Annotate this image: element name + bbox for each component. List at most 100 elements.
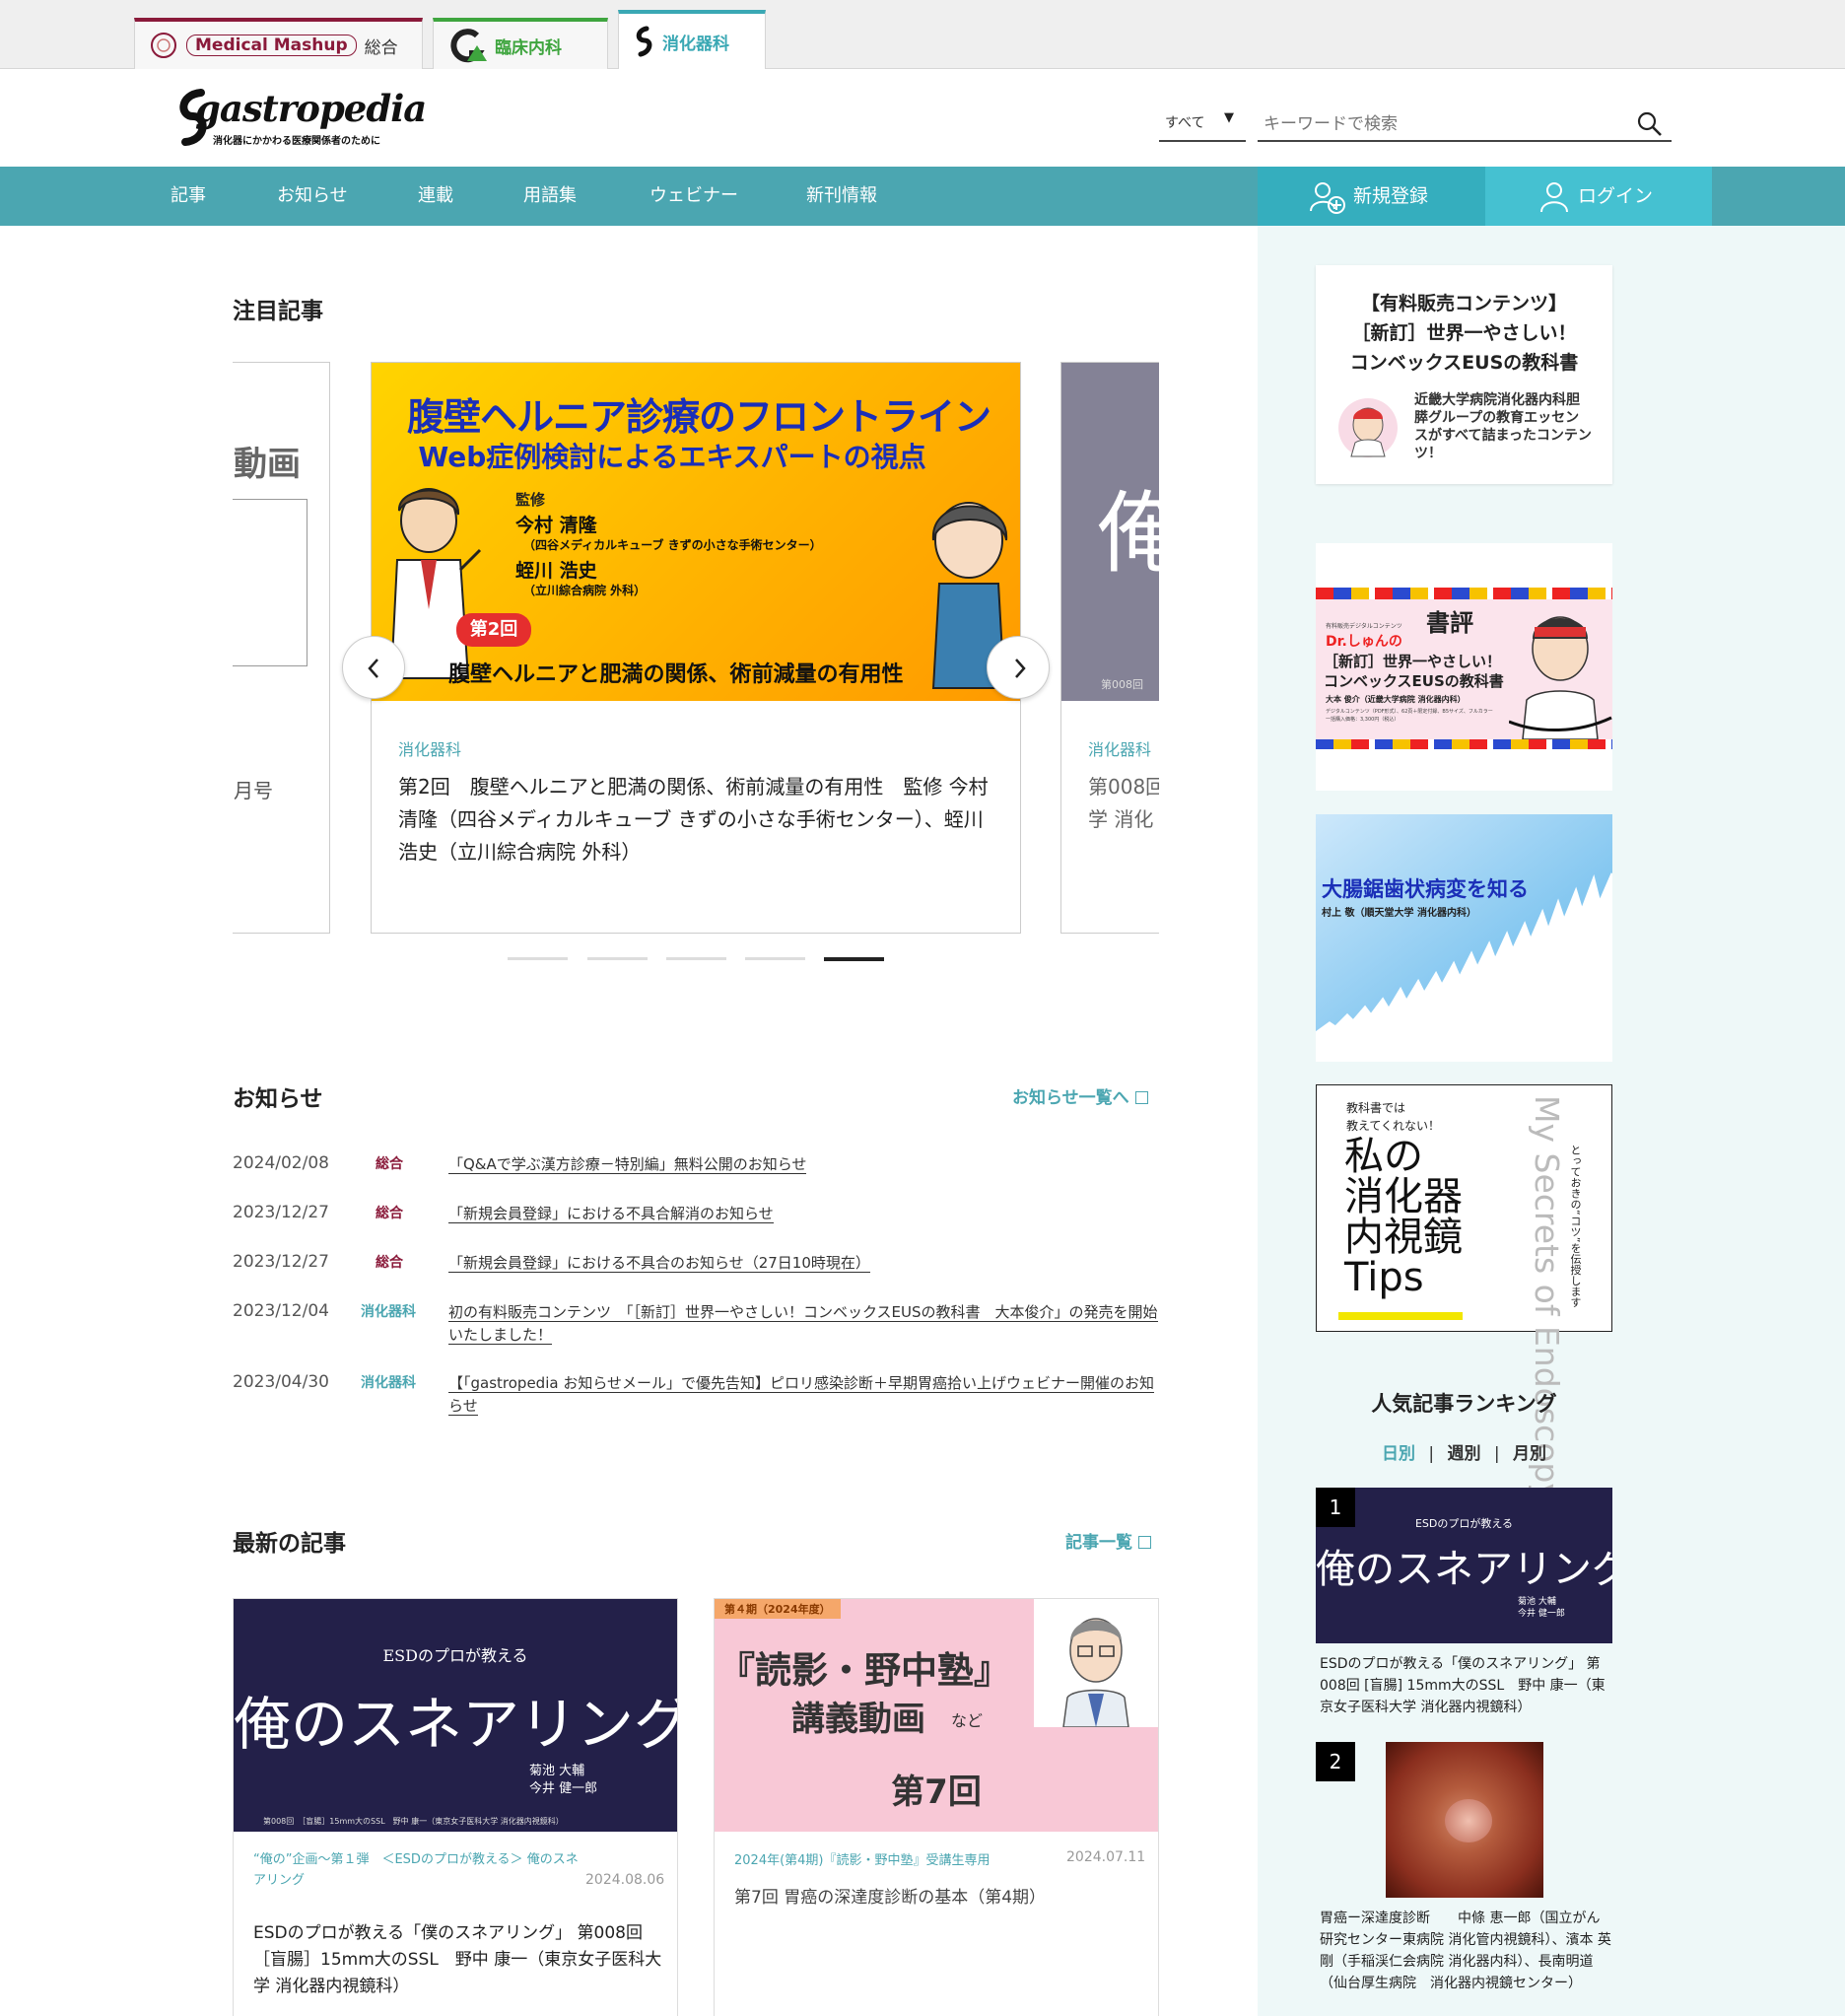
page: Medical Mashup 総合 臨床内科 消化器科 gastropedia … <box>0 0 1845 2016</box>
article-image-footer: 第008回 ［盲腸］15mm大のSSL 野中 康一（東京女子医科大学 消化器内視… <box>263 1817 564 1826</box>
news-date: 2024/02/08 <box>233 1153 329 1173</box>
promo-line1: 【有料販売コンテンツ】 <box>1360 293 1567 314</box>
clinical-logo-icon <box>450 29 487 63</box>
article-title: 第7回 胃癌の深達度診断の基本（第4期） <box>734 1888 1047 1908</box>
banner-endoscopy-tips[interactable]: 教科書では 教えてくれない！ 私の 消化器 内視鏡 Tips My Secret… <box>1316 1084 1612 1502</box>
nav-item-articles[interactable]: 記事 <box>171 167 206 226</box>
tips-title: 私の 消化器 内視鏡 Tips <box>1344 1134 1463 1300</box>
news-link[interactable]: 「新規会員登録」における不具合のお知らせ（27日10時現在） <box>448 1252 1159 1275</box>
ranking-tab-monthly[interactable]: 月別 <box>1513 1444 1546 1464</box>
article-image-title: 俺のスネアリング <box>234 1691 677 1758</box>
site-tab-clinical[interactable]: 臨床内科 <box>433 18 608 69</box>
ranking-item-1-image[interactable]: 1 ESDのプロが教える 俺のスネアリング 菊池 大輔 今井 健一郎 <box>1316 1488 1612 1643</box>
review-small: 有料販売デジタルコンテンツ <box>1326 623 1402 630</box>
ranking-tab-daily[interactable]: 日別 <box>1382 1444 1415 1464</box>
ranking-item-1-text[interactable]: ESDのプロが教える「僕のスネアリング」 第008回 [盲腸] 15mm大のSS… <box>1320 1653 1612 1718</box>
next-card-image-glyph: 俺 <box>1097 482 1159 586</box>
nav-item-news[interactable]: お知らせ <box>277 167 348 226</box>
banner-person2-affil: （立川綜合病院 外科） <box>523 584 647 597</box>
news-date: 2023/12/27 <box>233 1203 329 1222</box>
serrated-banner-art <box>1316 814 1612 1035</box>
banner-serrated-lesion[interactable]: 大腸鋸歯状病変を知る 村上 敬（順天堂大学 消化器内科） <box>1316 814 1612 1062</box>
review-brand: Dr.しゅんの <box>1326 634 1402 650</box>
promo-description: 近畿大学病院消化器内科胆膵グループの教育エッセンスがすべて詰まったコンテンツ！ <box>1414 392 1592 461</box>
register-button[interactable]: 新規登録 <box>1258 167 1485 226</box>
doctor-portrait-icon <box>1062 1618 1129 1728</box>
latest-more-label: 記事一覧 <box>1065 1533 1132 1553</box>
article-image-authors: 菊池 大輔 今井 健一郎 <box>529 1764 598 1796</box>
carousel-dot-5-active[interactable] <box>824 957 884 961</box>
carousel-card-prev[interactable]: 動画 月号 <box>233 362 330 934</box>
news-link[interactable]: 初の有料販売コンテンツ 「［新訂］世界一やさしい！コンベックスEUSの教科書 大… <box>448 1301 1159 1347</box>
news-category: 総合 <box>376 1156 403 1172</box>
news-more-label: お知らせ一覧へ <box>1012 1088 1129 1108</box>
tips-vertical: とっておきの“コツ”を伝授します <box>1569 1145 1582 1308</box>
prev-card-image-box <box>233 499 308 666</box>
news-more-link[interactable]: お知らせ一覧へ <box>1012 1083 1148 1108</box>
review-badge: 書評 <box>1426 609 1473 637</box>
banner-stripe-bottom <box>1316 739 1612 749</box>
carousel-next-button[interactable] <box>987 636 1050 699</box>
banner-book-review[interactable]: 書評 有料販売デジタルコンテンツ Dr.しゅんの ［新訂］世界一やさしい！ コン… <box>1316 543 1612 791</box>
nav-item-glossary[interactable]: 用語集 <box>523 167 577 226</box>
article-image-title: 『読影・野中塾』 <box>718 1649 1010 1692</box>
news-link[interactable]: 「新規会員登録」における不具合解消のお知らせ <box>448 1203 1159 1225</box>
nav-item-webinar[interactable]: ウェビナー <box>649 167 738 226</box>
ranking-item-2-image[interactable] <box>1386 1742 1543 1898</box>
logo-tagline: 消化器にかかわる医療関係者のために <box>213 136 380 147</box>
news-link[interactable]: 【「gastropedia お知らせメール」で優先告知】ピロリ感染診断＋早期胃癌… <box>448 1372 1159 1418</box>
tips-underline <box>1338 1312 1463 1320</box>
article-card[interactable]: ESDのプロが教える 俺のスネアリング 菊池 大輔 今井 健一郎 第008回 ［… <box>233 1598 678 2016</box>
search-input[interactable] <box>1258 110 1622 138</box>
carousel-card-next[interactable]: 俺 第008回 消化器科 第008回 学 消化 <box>1060 362 1159 934</box>
site-tab-gastro[interactable]: 消化器科 <box>618 10 766 69</box>
review-title1: ［新訂］世界一やさしい！ <box>1324 653 1502 670</box>
carousel-card-active[interactable]: 腹壁ヘルニア診療のフロントライン Web症例検討によるエキスパートの視点 監修 … <box>371 362 1021 934</box>
carousel-dot-2[interactable] <box>587 957 648 960</box>
carousel-prev-button[interactable] <box>342 636 405 699</box>
paid-content-promo[interactable]: 【有料販売コンテンツ】 ［新訂］世界一やさしい！ コンベックスEUSの教科書 近… <box>1316 265 1612 484</box>
article-image-tag: 第４期（2024年度） <box>715 1599 841 1619</box>
site-tab-label: 消化器科 <box>662 34 729 54</box>
ranking-title: 人気記事ランキング <box>1371 1392 1557 1416</box>
review-author: 大本 俊介（近畿大学病院 消化器内科） <box>1326 695 1466 704</box>
featured-section-title: 注目記事 <box>233 299 323 324</box>
banner-title: 腹壁ヘルニア診療のフロントライン <box>406 395 991 439</box>
site-tab-bar: Medical Mashup 総合 臨床内科 消化器科 <box>0 0 1845 69</box>
news-link[interactable]: 「Q&Aで学ぶ漢方診療－特別編」無料公開のお知らせ <box>448 1153 1159 1176</box>
news-category: 総合 <box>376 1206 403 1221</box>
login-label: ログイン <box>1578 185 1654 207</box>
login-button[interactable]: ログイン <box>1485 167 1712 226</box>
nav-item-new-publications[interactable]: 新刊情報 <box>806 167 877 226</box>
banner-subtitle: Web症例検討によるエキスパートの視点 <box>418 441 926 473</box>
carousel-dot-3[interactable] <box>666 957 726 960</box>
next-card-category: 消化器科 <box>1088 740 1152 759</box>
article-card-image: 第４期（2024年度） 『読影・野中塾』 講義動画 など 第7回 <box>715 1599 1158 1832</box>
nav-item-series[interactable]: 連載 <box>418 167 453 226</box>
ranking-item-2-text[interactable]: 胃癌ー深達度診断 中條 恵一郎（国立がん研究センター東病院 消化管内視鏡科）、濱… <box>1320 1908 1612 1994</box>
carousel-dot-1[interactable] <box>508 957 568 960</box>
arrow-square-icon <box>1134 1091 1148 1104</box>
banner-stripe-top <box>1316 588 1612 599</box>
banner-episode-badge: 第2回 <box>456 613 531 647</box>
carousel-dot-4[interactable] <box>745 957 805 960</box>
ranking-tab-weekly[interactable]: 週別 <box>1448 1444 1481 1464</box>
prev-card-date: 月号 <box>234 779 273 802</box>
site-tab-label: 総合 <box>364 37 398 58</box>
featured-card-category: 消化器科 <box>398 740 462 759</box>
article-card-image: ESDのプロが教える 俺のスネアリング 菊池 大輔 今井 健一郎 第008回 ［… <box>234 1599 677 1832</box>
search-scope-select[interactable]: すべて ▼ <box>1159 106 1246 142</box>
ranking-image-authors: 菊池 大輔 今井 健一郎 <box>1518 1597 1565 1619</box>
latest-more-link[interactable]: 記事一覧 <box>1065 1528 1151 1553</box>
site-logo[interactable]: gastropedia 消化器にかかわる医療関係者のために <box>173 87 427 152</box>
site-tab-general[interactable]: Medical Mashup 総合 <box>134 18 423 69</box>
banner-supervision-label: 監修 <box>515 491 546 509</box>
add-user-icon <box>1310 182 1345 214</box>
lesion-shape <box>1445 1799 1492 1842</box>
article-card[interactable]: 第４期（2024年度） 『読影・野中塾』 講義動画 など 第7回 2024年(第… <box>714 1598 1159 2016</box>
article-image-sub: 講義動画 <box>791 1700 925 1739</box>
ranking-image-title: 俺のスネアリング <box>1316 1547 1612 1592</box>
promo-line3: コンベックスEUSの教科書 <box>1349 352 1579 374</box>
search-icon[interactable] <box>1636 110 1664 138</box>
chevron-down-icon: ▼ <box>1224 110 1234 125</box>
